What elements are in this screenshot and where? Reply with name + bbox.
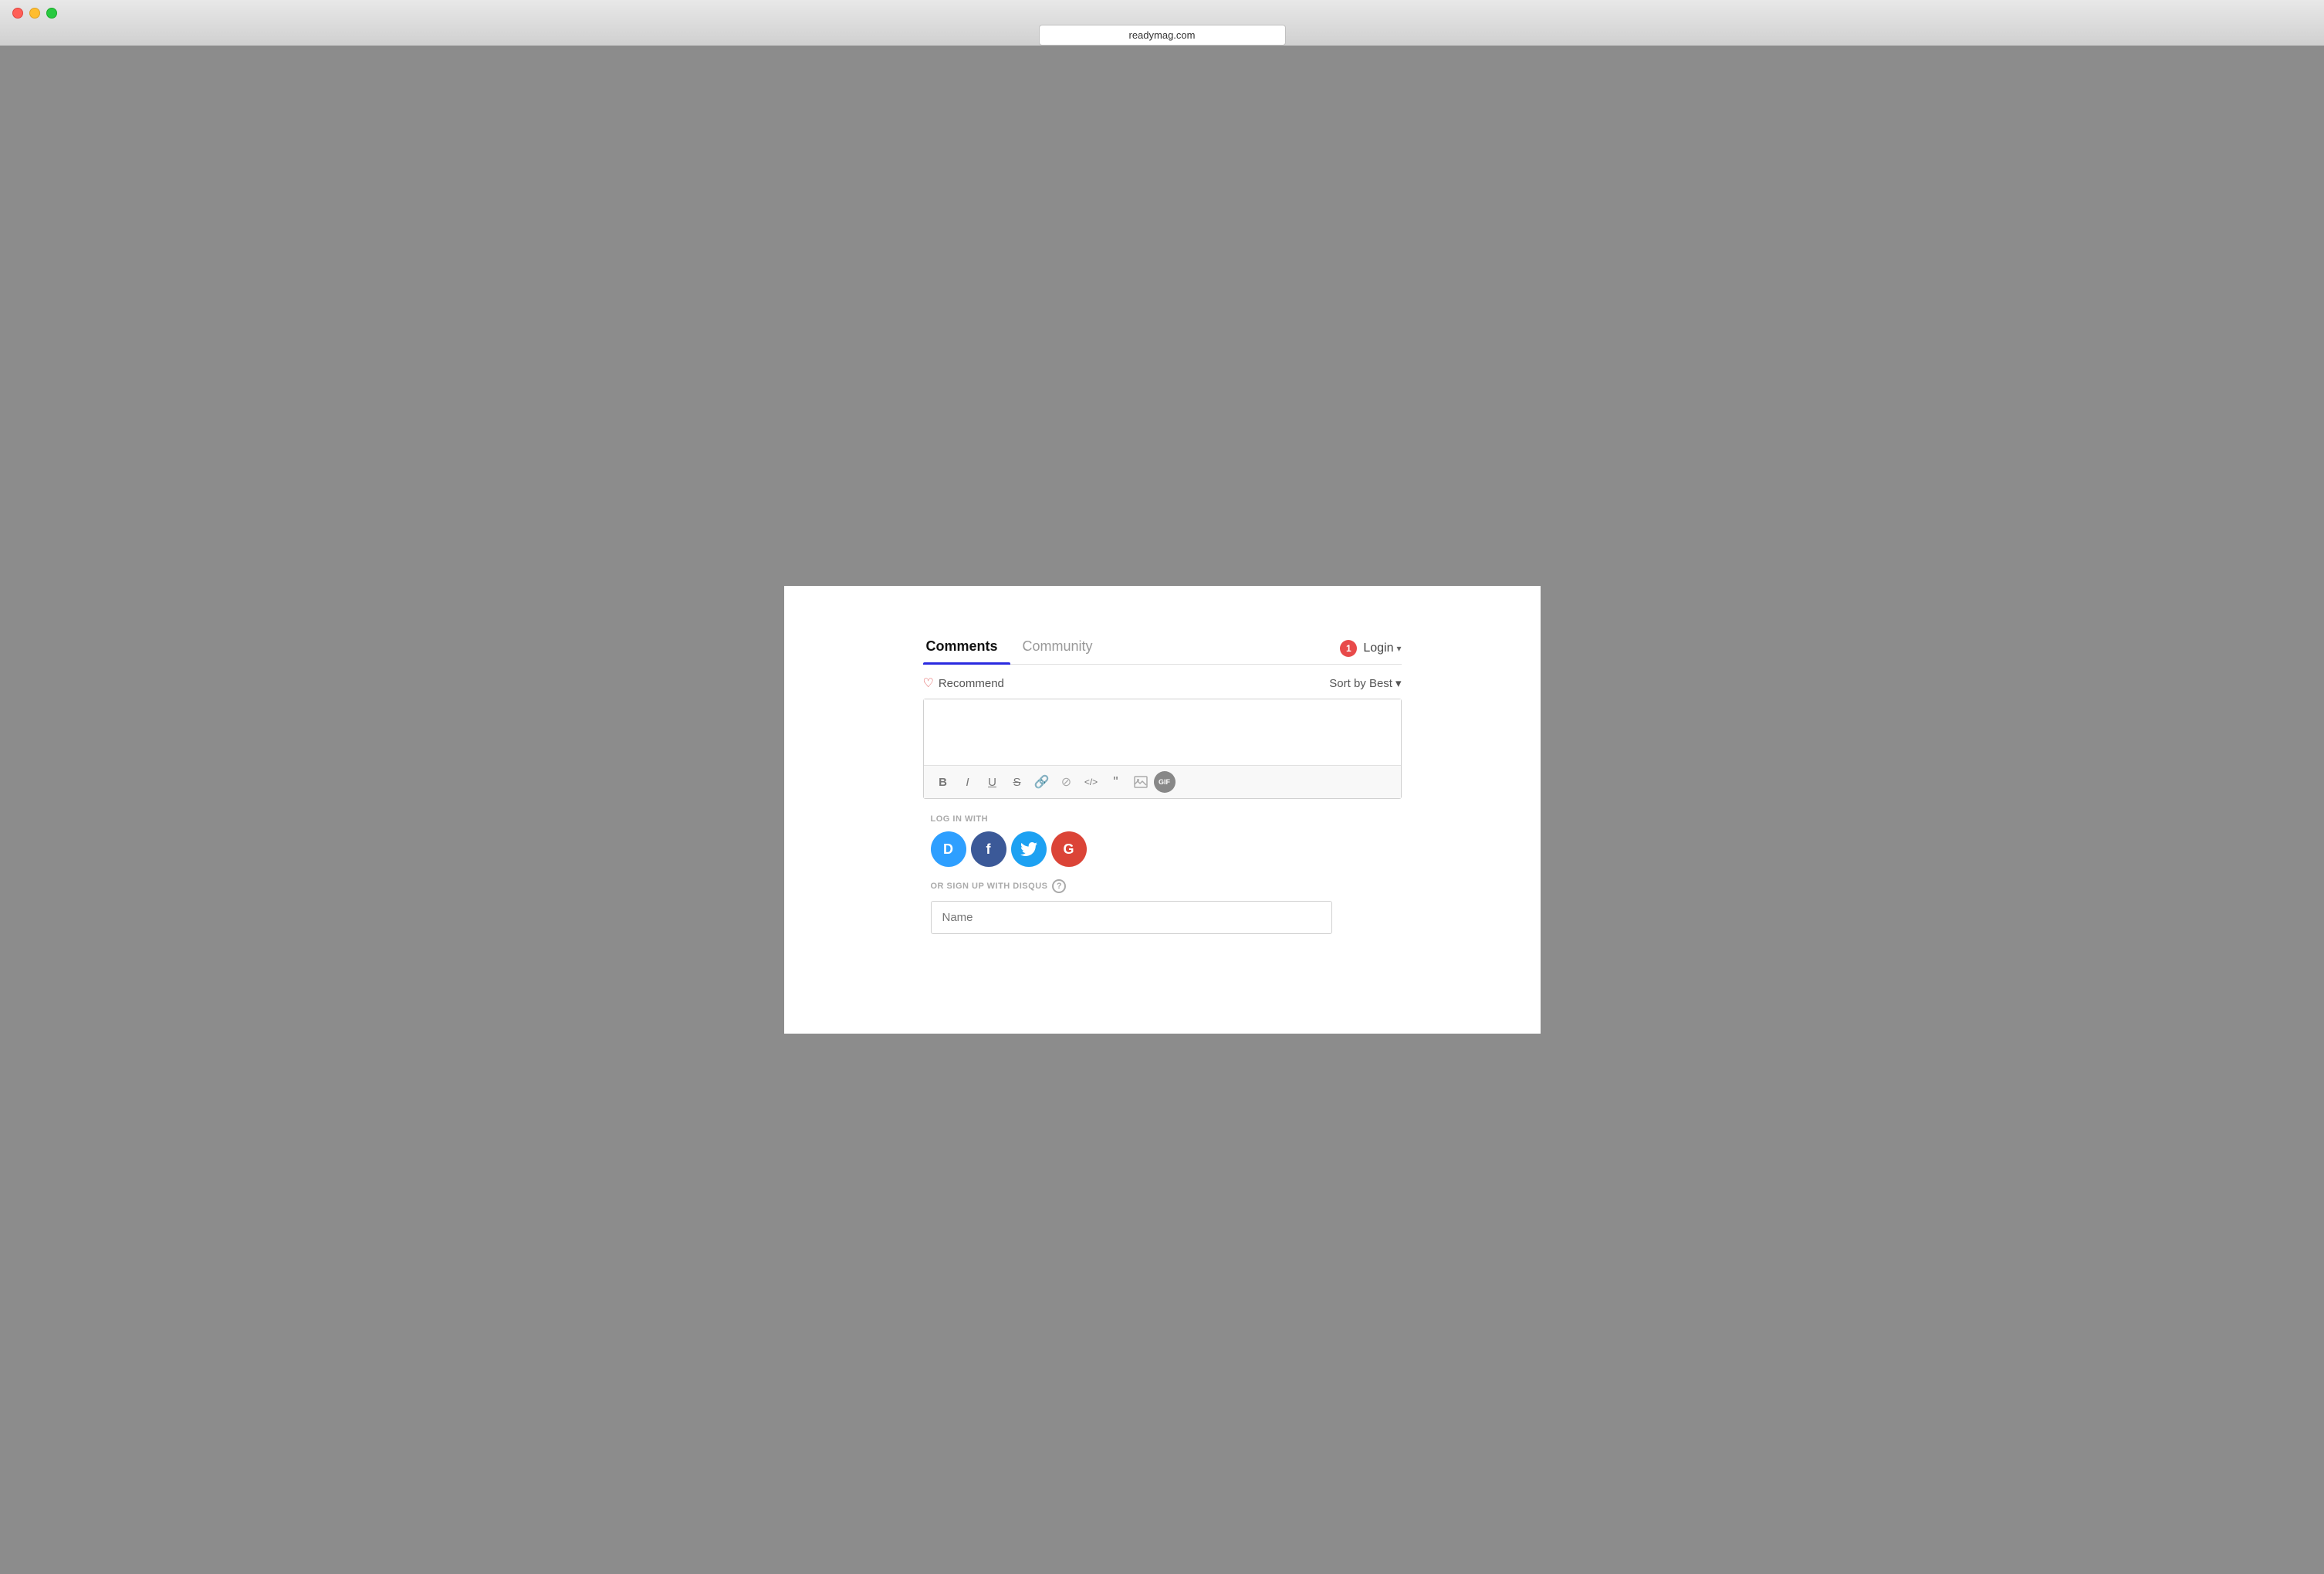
notification-badge: 1 (1340, 640, 1357, 657)
toolbar-underline-button[interactable]: U (981, 770, 1004, 794)
sort-button[interactable]: Sort by Best ▾ (1329, 676, 1401, 690)
toolbar-image-button[interactable] (1129, 770, 1152, 794)
tab-comments[interactable]: Comments (923, 632, 1010, 664)
toolbar-link-button[interactable]: 🔗 (1030, 770, 1054, 794)
widget-header: Comments Community 1 Login ▾ (923, 632, 1402, 665)
toolbar-gif-button[interactable]: GIF (1154, 771, 1176, 793)
editor-toolbar: B I U S 🔗 ⊘ </> " GIF (924, 765, 1401, 798)
login-disqus-button[interactable]: D (931, 831, 966, 867)
name-input[interactable] (931, 901, 1332, 934)
login-chevron-icon: ▾ (1396, 643, 1401, 654)
disqus-widget: Comments Community 1 Login ▾ ♡ (923, 632, 1402, 934)
browser-chrome: readymag.com (0, 0, 2324, 46)
toolbar-italic-button[interactable]: I (956, 770, 979, 794)
address-bar-row: readymag.com (12, 25, 2312, 46)
tab-community[interactable]: Community (1020, 632, 1105, 664)
page-area: Comments Community 1 Login ▾ ♡ (0, 46, 2324, 1574)
or-signup-label: OR SIGN UP WITH DISQUS ? (931, 879, 1067, 893)
browser-controls (12, 8, 2312, 19)
login-google-button[interactable]: G (1051, 831, 1087, 867)
login-twitter-button[interactable] (1011, 831, 1047, 867)
social-buttons: D f G (931, 831, 1087, 867)
login-button[interactable]: Login ▾ (1363, 641, 1401, 655)
help-icon[interactable]: ? (1052, 879, 1066, 893)
login-area: 1 Login ▾ (1340, 640, 1401, 657)
actions-row: ♡ Recommend Sort by Best ▾ (923, 665, 1402, 699)
maximize-button[interactable] (46, 8, 57, 19)
content-card: Comments Community 1 Login ▾ ♡ (784, 586, 1541, 1034)
comment-input[interactable] (924, 699, 1401, 761)
minimize-button[interactable] (29, 8, 40, 19)
tabs: Comments Community (923, 632, 1115, 664)
toolbar-code-button[interactable]: </> (1080, 770, 1103, 794)
address-bar[interactable]: readymag.com (1039, 25, 1286, 46)
recommend-button[interactable]: ♡ Recommend (923, 675, 1004, 691)
toolbar-bold-button[interactable]: B (932, 770, 955, 794)
login-section: LOG IN WITH D f G (923, 814, 1402, 934)
toolbar-strikethrough-button[interactable]: S (1006, 770, 1029, 794)
sort-chevron-icon: ▾ (1395, 676, 1402, 690)
toolbar-blockurl-button[interactable]: ⊘ (1055, 770, 1078, 794)
log-in-with-label: LOG IN WITH (931, 814, 989, 824)
heart-icon: ♡ (923, 675, 934, 691)
toolbar-blockquote-button[interactable]: " (1104, 770, 1128, 794)
close-button[interactable] (12, 8, 23, 19)
login-facebook-button[interactable]: f (971, 831, 1006, 867)
comment-editor: B I U S 🔗 ⊘ </> " GIF (923, 699, 1402, 799)
